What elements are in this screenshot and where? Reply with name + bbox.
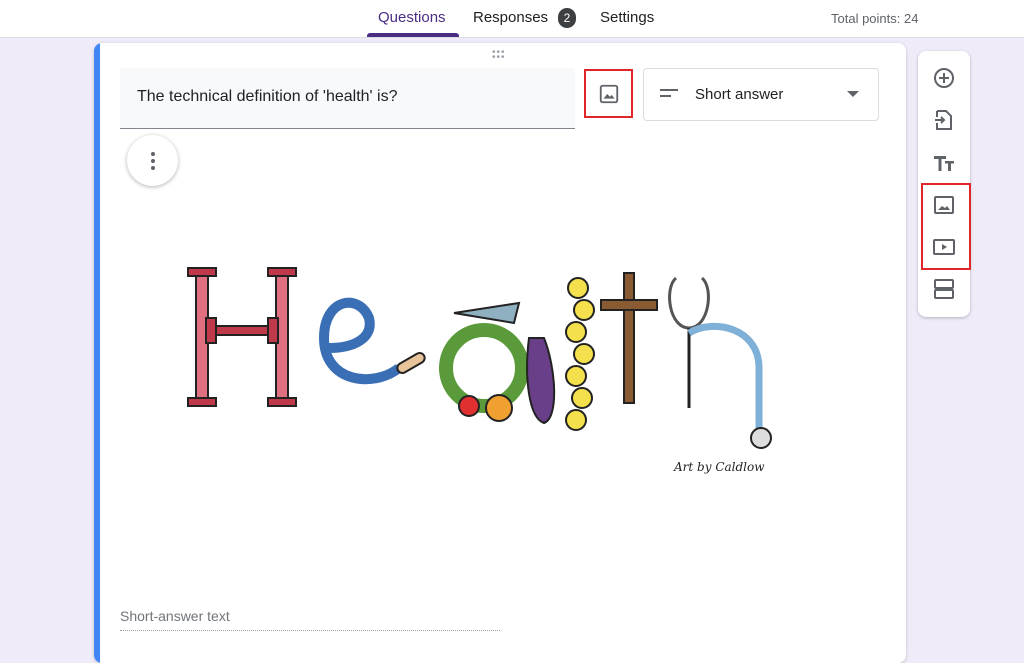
- add-section-icon[interactable]: [932, 277, 956, 301]
- image-icon: [599, 84, 618, 103]
- add-image-button[interactable]: [584, 69, 633, 118]
- artist-signature: Art by Caldlow: [673, 460, 765, 474]
- top-bar: Questions Responses 2 Settings Total poi…: [0, 0, 1024, 38]
- tab-questions[interactable]: Questions: [378, 9, 446, 26]
- question-type-label: Short answer: [695, 86, 784, 103]
- active-tab-indicator: [367, 33, 459, 37]
- tab-responses[interactable]: Responses: [473, 9, 548, 26]
- question-title-text: The technical definition of 'health' is?: [137, 88, 398, 105]
- tab-settings[interactable]: Settings: [600, 9, 654, 26]
- health-illustration: Art by Caldlow: [187, 267, 772, 474]
- add-question-icon[interactable]: [932, 66, 956, 90]
- more-vert-icon: [150, 151, 155, 170]
- responses-count-badge: 2: [558, 8, 576, 28]
- question-type-dropdown[interactable]: Short answer: [643, 68, 879, 121]
- short-text-icon: [660, 89, 678, 97]
- import-questions-icon[interactable]: [932, 108, 956, 132]
- media-buttons-highlight: [921, 183, 971, 270]
- drag-handle-icon[interactable]: ••• •••: [492, 48, 506, 63]
- chevron-down-icon: [847, 91, 859, 97]
- title-text-icon[interactable]: [932, 151, 956, 175]
- question-title-input[interactable]: The technical definition of 'health' is?: [120, 68, 575, 129]
- question-card[interactable]: ••• ••• The technical definition of 'heal…: [94, 43, 906, 663]
- short-answer-placeholder: Short-answer text: [120, 608, 500, 631]
- card-accent-bar: [94, 43, 100, 663]
- total-points: Total points: 24: [831, 11, 919, 26]
- more-options-button[interactable]: [127, 135, 178, 186]
